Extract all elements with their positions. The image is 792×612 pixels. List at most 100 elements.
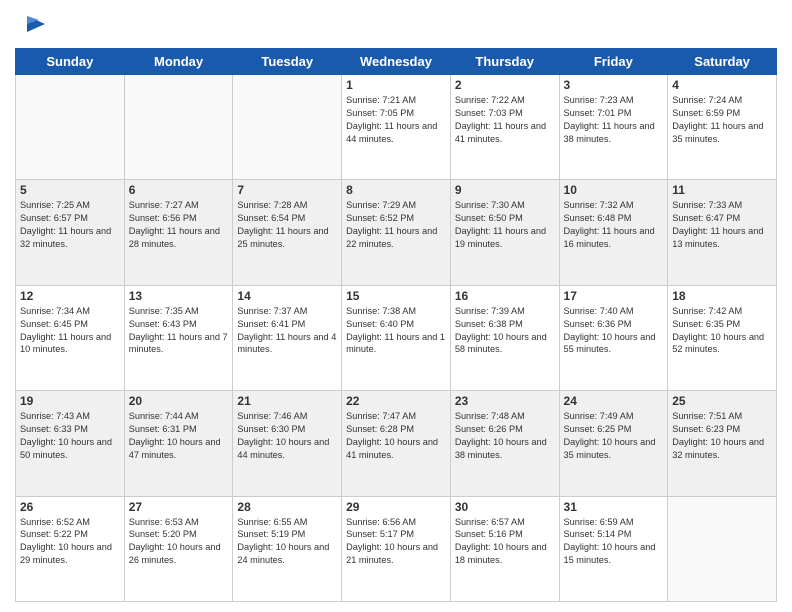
day-info: Sunrise: 7:33 AM Sunset: 6:47 PM Dayligh…	[672, 199, 772, 251]
day-number: 19	[20, 394, 120, 408]
table-row	[16, 75, 125, 180]
table-row	[668, 496, 777, 601]
day-number: 15	[346, 289, 446, 303]
day-number: 4	[672, 78, 772, 92]
day-info: Sunrise: 7:46 AM Sunset: 6:30 PM Dayligh…	[237, 410, 337, 462]
day-info: Sunrise: 7:25 AM Sunset: 6:57 PM Dayligh…	[20, 199, 120, 251]
table-row: 1 Sunrise: 7:21 AM Sunset: 7:05 PM Daylig…	[342, 75, 451, 180]
day-info: Sunrise: 7:51 AM Sunset: 6:23 PM Dayligh…	[672, 410, 772, 462]
calendar-week-row: 5 Sunrise: 7:25 AM Sunset: 6:57 PM Daylig…	[16, 180, 777, 285]
day-info: Sunrise: 7:39 AM Sunset: 6:38 PM Dayligh…	[455, 305, 555, 357]
table-row: 22Sunrise: 7:47 AM Sunset: 6:28 PM Dayli…	[342, 391, 451, 496]
table-row: 8 Sunrise: 7:29 AM Sunset: 6:52 PM Daylig…	[342, 180, 451, 285]
day-info: Sunrise: 7:48 AM Sunset: 6:26 PM Dayligh…	[455, 410, 555, 462]
table-row: 19 Sunrise: 7:43 AM Sunset: 6:33 PM Dayli…	[16, 391, 125, 496]
day-info: Sunrise: 6:59 AM Sunset: 5:14 PM Dayligh…	[564, 516, 664, 568]
day-info: Sunrise: 7:27 AM Sunset: 6:56 PM Dayligh…	[129, 199, 229, 251]
day-info: Sunrise: 7:34 AM Sunset: 6:45 PM Dayligh…	[20, 305, 120, 357]
table-row: 30 Sunrise: 6:57 AM Sunset: 5:16 PM Dayli…	[450, 496, 559, 601]
day-number: 20	[129, 394, 229, 408]
table-row: 25Sunrise: 7:51 AM Sunset: 6:23 PM Dayli…	[668, 391, 777, 496]
logo	[15, 10, 49, 40]
day-info: Sunrise: 7:38 AM Sunset: 6:40 PM Dayligh…	[346, 305, 446, 357]
header	[15, 10, 777, 40]
day-info: Sunrise: 7:32 AM Sunset: 6:48 PM Dayligh…	[564, 199, 664, 251]
day-info: Sunrise: 7:37 AM Sunset: 6:41 PM Dayligh…	[237, 305, 337, 357]
day-number: 30	[455, 500, 555, 514]
day-number: 28	[237, 500, 337, 514]
day-number: 6	[129, 183, 229, 197]
table-row: 7Sunrise: 7:28 AM Sunset: 6:54 PM Daylig…	[233, 180, 342, 285]
table-row: 20 Sunrise: 7:44 AM Sunset: 6:31 PM Dayli…	[124, 391, 233, 496]
table-row: 23 Sunrise: 7:48 AM Sunset: 6:26 PM Dayli…	[450, 391, 559, 496]
day-info: Sunrise: 7:44 AM Sunset: 6:31 PM Dayligh…	[129, 410, 229, 462]
day-number: 16	[455, 289, 555, 303]
day-info: Sunrise: 7:43 AM Sunset: 6:33 PM Dayligh…	[20, 410, 120, 462]
day-info: Sunrise: 7:30 AM Sunset: 6:50 PM Dayligh…	[455, 199, 555, 251]
day-info: Sunrise: 6:53 AM Sunset: 5:20 PM Dayligh…	[129, 516, 229, 568]
day-number: 9	[455, 183, 555, 197]
day-number: 29	[346, 500, 446, 514]
day-info: Sunrise: 6:56 AM Sunset: 5:17 PM Dayligh…	[346, 516, 446, 568]
day-number: 22	[346, 394, 446, 408]
day-info: Sunrise: 7:49 AM Sunset: 6:25 PM Dayligh…	[564, 410, 664, 462]
table-row: 13 Sunrise: 7:35 AM Sunset: 6:43 PM Dayli…	[124, 285, 233, 390]
day-info: Sunrise: 6:52 AM Sunset: 5:22 PM Dayligh…	[20, 516, 120, 568]
calendar-week-row: 12 Sunrise: 7:34 AM Sunset: 6:45 PM Dayli…	[16, 285, 777, 390]
col-sunday: Sunday	[16, 49, 125, 75]
table-row: 16 Sunrise: 7:39 AM Sunset: 6:38 PM Dayli…	[450, 285, 559, 390]
day-info: Sunrise: 7:40 AM Sunset: 6:36 PM Dayligh…	[564, 305, 664, 357]
table-row: 10 Sunrise: 7:32 AM Sunset: 6:48 PM Dayli…	[559, 180, 668, 285]
table-row: 26 Sunrise: 6:52 AM Sunset: 5:22 PM Dayli…	[16, 496, 125, 601]
col-saturday: Saturday	[668, 49, 777, 75]
day-info: Sunrise: 6:55 AM Sunset: 5:19 PM Dayligh…	[237, 516, 337, 568]
day-number: 12	[20, 289, 120, 303]
day-number: 3	[564, 78, 664, 92]
table-row: 21 Sunrise: 7:46 AM Sunset: 6:30 PM Dayli…	[233, 391, 342, 496]
table-row: 6 Sunrise: 7:27 AM Sunset: 6:56 PM Daylig…	[124, 180, 233, 285]
day-number: 26	[20, 500, 120, 514]
day-number: 31	[564, 500, 664, 514]
day-number: 23	[455, 394, 555, 408]
col-tuesday: Tuesday	[233, 49, 342, 75]
day-number: 18	[672, 289, 772, 303]
day-number: 14	[237, 289, 337, 303]
col-thursday: Thursday	[450, 49, 559, 75]
table-row: 12 Sunrise: 7:34 AM Sunset: 6:45 PM Dayli…	[16, 285, 125, 390]
day-info: Sunrise: 7:29 AM Sunset: 6:52 PM Dayligh…	[346, 199, 446, 251]
calendar-week-row: 26 Sunrise: 6:52 AM Sunset: 5:22 PM Dayli…	[16, 496, 777, 601]
day-number: 21	[237, 394, 337, 408]
calendar-week-row: 19 Sunrise: 7:43 AM Sunset: 6:33 PM Dayli…	[16, 391, 777, 496]
day-number: 13	[129, 289, 229, 303]
day-info: Sunrise: 7:22 AM Sunset: 7:03 PM Dayligh…	[455, 94, 555, 146]
page: Sunday Monday Tuesday Wednesday Thursday…	[0, 0, 792, 612]
day-number: 1	[346, 78, 446, 92]
calendar-header-row: Sunday Monday Tuesday Wednesday Thursday…	[16, 49, 777, 75]
logo-icon	[17, 8, 49, 40]
table-row	[124, 75, 233, 180]
table-row: 14 Sunrise: 7:37 AM Sunset: 6:41 PM Dayli…	[233, 285, 342, 390]
day-info: Sunrise: 7:42 AM Sunset: 6:35 PM Dayligh…	[672, 305, 772, 357]
day-info: Sunrise: 7:23 AM Sunset: 7:01 PM Dayligh…	[564, 94, 664, 146]
table-row: 17 Sunrise: 7:40 AM Sunset: 6:36 PM Dayli…	[559, 285, 668, 390]
day-info: Sunrise: 7:28 AM Sunset: 6:54 PM Dayligh…	[237, 199, 337, 251]
table-row: 9 Sunrise: 7:30 AM Sunset: 6:50 PM Daylig…	[450, 180, 559, 285]
day-number: 24	[564, 394, 664, 408]
col-wednesday: Wednesday	[342, 49, 451, 75]
day-number: 8	[346, 183, 446, 197]
table-row: 29 Sunrise: 6:56 AM Sunset: 5:17 PM Dayli…	[342, 496, 451, 601]
day-info: Sunrise: 7:21 AM Sunset: 7:05 PM Dayligh…	[346, 94, 446, 146]
day-number: 17	[564, 289, 664, 303]
day-info: Sunrise: 7:35 AM Sunset: 6:43 PM Dayligh…	[129, 305, 229, 357]
table-row: 24 Sunrise: 7:49 AM Sunset: 6:25 PM Dayli…	[559, 391, 668, 496]
day-number: 10	[564, 183, 664, 197]
day-number: 2	[455, 78, 555, 92]
day-info: Sunrise: 6:57 AM Sunset: 5:16 PM Dayligh…	[455, 516, 555, 568]
table-row: 27Sunrise: 6:53 AM Sunset: 5:20 PM Dayli…	[124, 496, 233, 601]
table-row: 2 Sunrise: 7:22 AM Sunset: 7:03 PM Daylig…	[450, 75, 559, 180]
day-number: 11	[672, 183, 772, 197]
day-number: 5	[20, 183, 120, 197]
table-row: 15 Sunrise: 7:38 AM Sunset: 6:40 PM Dayli…	[342, 285, 451, 390]
table-row: 31 Sunrise: 6:59 AM Sunset: 5:14 PM Dayli…	[559, 496, 668, 601]
table-row: 5 Sunrise: 7:25 AM Sunset: 6:57 PM Daylig…	[16, 180, 125, 285]
